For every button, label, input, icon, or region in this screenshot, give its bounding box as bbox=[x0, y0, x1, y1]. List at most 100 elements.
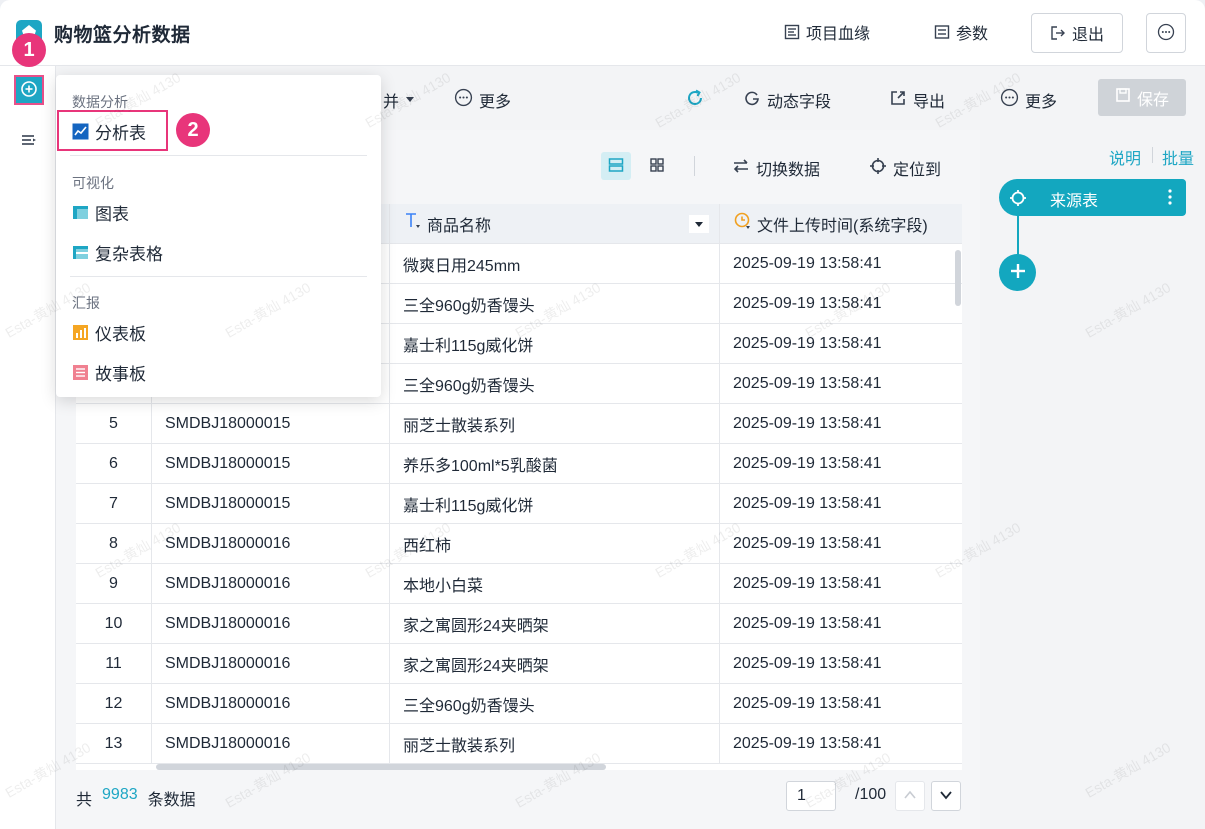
switch-data-button[interactable]: 切换数据 bbox=[732, 156, 820, 180]
header-more-button[interactable] bbox=[1146, 13, 1186, 53]
upload-time-cell[interactable]: 2025-09-19 13:58:41 bbox=[720, 484, 962, 524]
menu-item-storyboard[interactable]: 故事板 bbox=[72, 360, 146, 385]
locate-button[interactable]: 定位到 bbox=[869, 156, 941, 180]
save-icon bbox=[1115, 87, 1131, 108]
product-name-cell[interactable]: 丽芝士散装系列 bbox=[390, 724, 720, 764]
batch-link[interactable]: 批量 bbox=[1162, 145, 1194, 169]
upload-time-cell[interactable]: 2025-09-19 13:58:41 bbox=[720, 324, 962, 364]
add-step-button[interactable] bbox=[999, 254, 1036, 291]
product-name-cell[interactable]: 家之寓圆形24夹晒架 bbox=[390, 604, 720, 644]
menu-item-complex-table[interactable]: 复杂表格 bbox=[72, 240, 163, 265]
order-code-cell[interactable]: SMDBJ18000015 bbox=[152, 444, 390, 484]
product-name-cell[interactable]: 嘉士利115g威化饼 bbox=[390, 484, 720, 524]
upload-time-cell[interactable]: 2025-09-19 13:58:41 bbox=[720, 724, 962, 764]
order-code-cell[interactable]: SMDBJ18000016 bbox=[152, 724, 390, 764]
row-index-cell[interactable]: 9 bbox=[76, 564, 152, 604]
dynamic-field-button[interactable]: 动态字段 bbox=[743, 88, 831, 112]
upload-time-cell[interactable]: 2025-09-19 13:58:41 bbox=[720, 684, 962, 724]
row-index-cell[interactable]: 7 bbox=[76, 484, 152, 524]
exit-label: 退出 bbox=[1071, 27, 1104, 44]
step-badge-2: 2 bbox=[176, 113, 210, 147]
lineage-icon bbox=[784, 24, 800, 40]
product-name-cell[interactable]: 本地小白菜 bbox=[390, 564, 720, 604]
table-row[interactable]: 13 SMDBJ18000016 丽芝士散装系列 2025-09-19 13:58:4… bbox=[76, 724, 962, 764]
col-head-upload-time[interactable]: 文件上传时间(系统字段) bbox=[720, 204, 962, 244]
export-button[interactable]: 导出 bbox=[889, 88, 945, 112]
row-index-cell[interactable]: 8 bbox=[76, 524, 152, 564]
table-row[interactable]: 11 SMDBJ18000016 家之寓圆形24夹晒架 2025-09-19 13:5… bbox=[76, 644, 962, 684]
refresh-button[interactable] bbox=[685, 88, 705, 113]
product-name-cell[interactable]: 养乐多100ml*5乳酸菌 bbox=[390, 444, 720, 484]
page-next-button[interactable] bbox=[931, 781, 961, 811]
table-row[interactable]: 10 SMDBJ18000016 家之寓圆形24夹晒架 2025-09-19 13:5… bbox=[76, 604, 962, 644]
table-row[interactable]: 7 SMDBJ18000015 嘉士利115g威化饼 2025-09-19 13:58… bbox=[76, 484, 962, 524]
page-title: 购物篮分析数据 bbox=[54, 25, 191, 46]
upload-time-cell[interactable]: 2025-09-19 13:58:41 bbox=[720, 404, 962, 444]
product-name-cell[interactable]: 微爽日用245mm bbox=[390, 244, 720, 284]
row-index-cell[interactable]: 13 bbox=[76, 724, 152, 764]
product-name-cell[interactable]: 三全960g奶香馒头 bbox=[390, 364, 720, 404]
project-lineage-button[interactable]: 项目血缘 bbox=[784, 20, 870, 44]
upload-time-cell[interactable]: 2025-09-19 13:58:41 bbox=[720, 284, 962, 324]
product-name-cell[interactable]: 三全960g奶香馒头 bbox=[390, 284, 720, 324]
explain-link[interactable]: 说明 bbox=[1109, 145, 1141, 169]
params-button[interactable]: 参数 bbox=[934, 20, 988, 44]
merge-menu-button[interactable]: 并 bbox=[383, 88, 415, 112]
order-code-cell[interactable]: SMDBJ18000015 bbox=[152, 404, 390, 444]
row-index-cell[interactable]: 11 bbox=[76, 644, 152, 684]
toolbar-more-button-2[interactable]: 更多 bbox=[1000, 88, 1057, 112]
row-view-toggle[interactable] bbox=[601, 152, 631, 180]
table-row[interactable]: 8 SMDBJ18000016 西红柿 2025-09-19 13:58:41 bbox=[76, 524, 962, 564]
source-table-node[interactable]: 来源表 bbox=[999, 179, 1186, 216]
save-button[interactable]: 保存 bbox=[1098, 79, 1186, 116]
column-dropdown-icon[interactable] bbox=[689, 215, 709, 233]
table-row[interactable]: 6 SMDBJ18000015 养乐多100ml*5乳酸菌 2025-09-19 13… bbox=[76, 444, 962, 484]
dashboard-label: 仪表板 bbox=[95, 325, 146, 344]
product-name-cell[interactable]: 嘉士利115g威化饼 bbox=[390, 324, 720, 364]
order-code-cell[interactable]: SMDBJ18000016 bbox=[152, 564, 390, 604]
exit-button[interactable]: 退出 bbox=[1031, 13, 1123, 53]
row-index-cell[interactable]: 5 bbox=[76, 404, 152, 444]
menu-item-dashboard[interactable]: 仪表板 bbox=[72, 320, 146, 345]
menu-item-chart[interactable]: 图表 bbox=[72, 200, 129, 225]
switch-arrows-icon bbox=[732, 158, 750, 179]
upload-time-cell[interactable]: 2025-09-19 13:58:41 bbox=[720, 444, 962, 484]
row-index-cell[interactable]: 12 bbox=[76, 684, 152, 724]
page-total: /100 bbox=[855, 786, 887, 803]
table-row[interactable]: 12 SMDBJ18000016 三全960g奶香馒头 2025-09-19 13:5… bbox=[76, 684, 962, 724]
horizontal-scrollbar[interactable] bbox=[156, 764, 606, 770]
grid-view-toggle[interactable] bbox=[642, 152, 672, 180]
node-menu-icon[interactable] bbox=[1168, 188, 1172, 211]
storyboard-icon bbox=[72, 364, 89, 381]
row-index-cell[interactable]: 6 bbox=[76, 444, 152, 484]
upload-time-cell[interactable]: 2025-09-19 13:58:41 bbox=[720, 364, 962, 404]
outline-list-icon[interactable] bbox=[20, 132, 38, 153]
page-prev-button[interactable] bbox=[895, 781, 925, 811]
row-index-cell[interactable]: 10 bbox=[76, 604, 152, 644]
app-header: 购物篮分析数据 项目血缘 参数 退出 bbox=[0, 0, 1205, 66]
page-number-input[interactable]: 1 bbox=[786, 781, 836, 811]
menu-divider bbox=[70, 155, 367, 156]
toolbar-more-button[interactable]: 更多 bbox=[454, 88, 511, 112]
order-code-cell[interactable]: SMDBJ18000016 bbox=[152, 684, 390, 724]
product-name-cell[interactable]: 三全960g奶香馒头 bbox=[390, 684, 720, 724]
col-head-product-name[interactable]: 商品名称 bbox=[390, 204, 720, 244]
vertical-scrollbar[interactable] bbox=[955, 250, 961, 306]
product-name-cell[interactable]: 丽芝士散装系列 bbox=[390, 404, 720, 444]
table-row[interactable]: 5 SMDBJ18000015 丽芝士散装系列 2025-09-19 13:58:41 bbox=[76, 404, 962, 444]
params-label: 参数 bbox=[956, 26, 989, 43]
upload-time-cell[interactable]: 2025-09-19 13:58:41 bbox=[720, 244, 962, 284]
add-node-button[interactable] bbox=[14, 75, 44, 105]
switch-data-label: 切换数据 bbox=[756, 162, 821, 179]
order-code-cell[interactable]: SMDBJ18000016 bbox=[152, 644, 390, 684]
order-code-cell[interactable]: SMDBJ18000015 bbox=[152, 484, 390, 524]
upload-time-cell[interactable]: 2025-09-19 13:58:41 bbox=[720, 644, 962, 684]
product-name-cell[interactable]: 西红柿 bbox=[390, 524, 720, 564]
product-name-cell[interactable]: 家之寓圆形24夹晒架 bbox=[390, 644, 720, 684]
upload-time-cell[interactable]: 2025-09-19 13:58:41 bbox=[720, 524, 962, 564]
order-code-cell[interactable]: SMDBJ18000016 bbox=[152, 524, 390, 564]
upload-time-cell[interactable]: 2025-09-19 13:58:41 bbox=[720, 604, 962, 644]
table-row[interactable]: 9 SMDBJ18000016 本地小白菜 2025-09-19 13:58:41 bbox=[76, 564, 962, 604]
upload-time-cell[interactable]: 2025-09-19 13:58:41 bbox=[720, 564, 962, 604]
order-code-cell[interactable]: SMDBJ18000016 bbox=[152, 604, 390, 644]
